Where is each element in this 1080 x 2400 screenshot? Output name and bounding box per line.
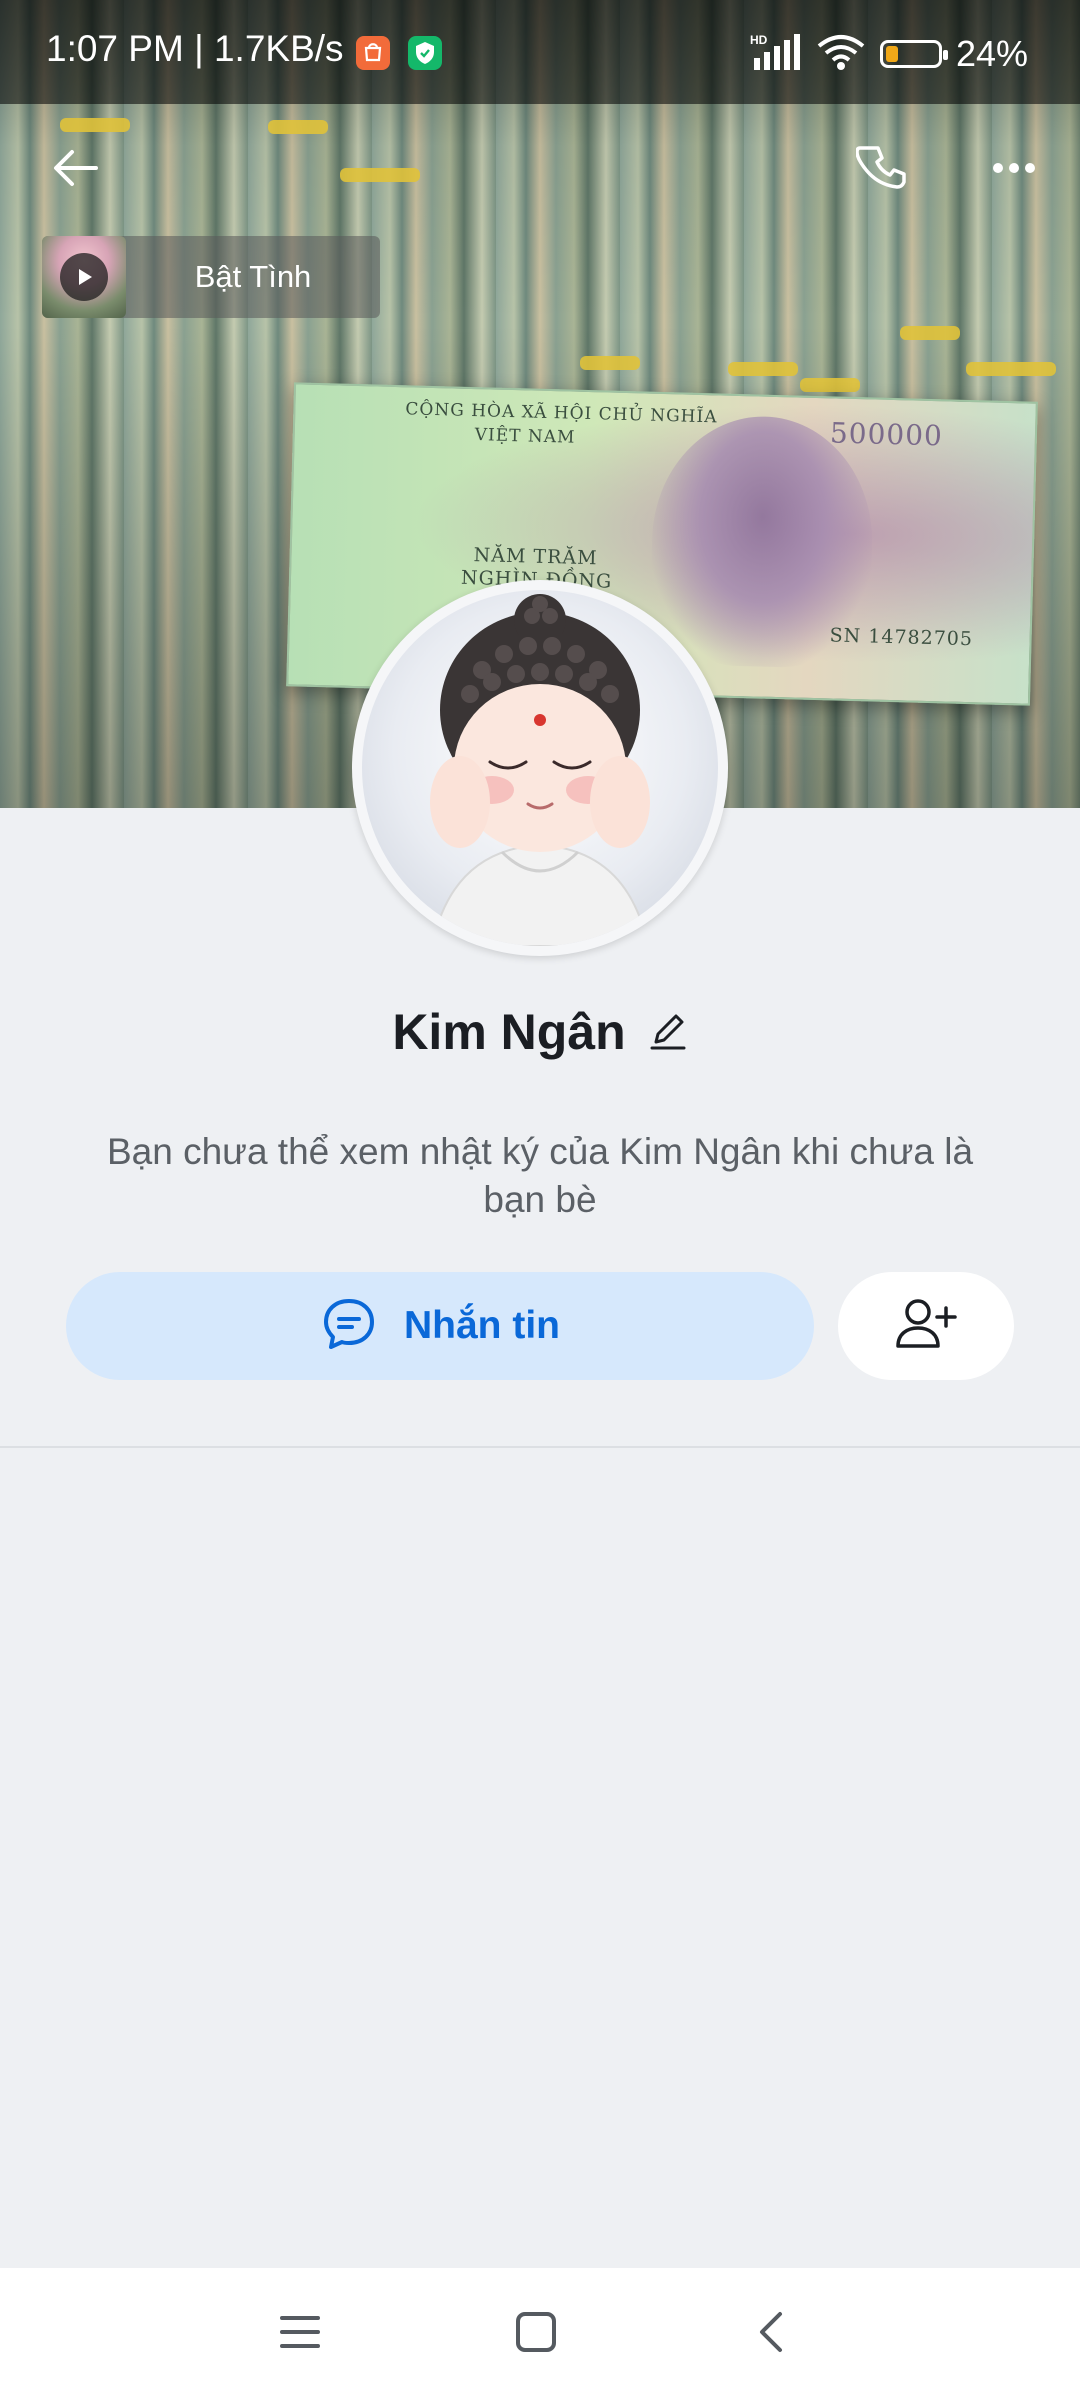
battery-percent: 24%: [955, 33, 1028, 74]
battery-level-fill: [885, 46, 898, 62]
cover-decoration: [728, 362, 798, 376]
banknote-serial: SN 14782705: [829, 624, 974, 651]
profile-music-player[interactable]: Bật Tình: [42, 236, 380, 318]
banknote-denomination: 500000: [829, 416, 944, 453]
menu-icon: [278, 2310, 322, 2359]
back-button[interactable]: [36, 130, 116, 210]
profile-name-row: Kim Ngân: [0, 992, 1080, 1072]
message-button-label: Nhắn tin: [404, 1304, 560, 1347]
system-back-button[interactable]: [732, 2294, 812, 2374]
chat-bubble-icon: [320, 1295, 378, 1358]
cover-decoration: [340, 168, 420, 182]
status-indicators: HD 24%: [750, 30, 1028, 78]
cover-decoration: [900, 326, 960, 340]
cover-decoration: [268, 120, 328, 134]
cover-decoration: [966, 362, 1056, 376]
banknote-text: NĂM TRĂM: [473, 544, 598, 570]
status-bar: 1:07 PM | 1.7KB/s HD 24%: [0, 0, 1080, 104]
music-thumbnail: [42, 236, 126, 318]
avatar-illustration: [430, 594, 650, 946]
battery-icon: [879, 40, 948, 68]
diary-privacy-note: Bạn chưa thể xem nhật ký của Kim Ngân kh…: [106, 1131, 974, 1220]
wifi-icon: [816, 32, 866, 77]
message-button[interactable]: Nhắn tin: [66, 1272, 814, 1380]
home-button[interactable]: [496, 2294, 576, 2374]
system-navigation-bar: [0, 2268, 1080, 2400]
cover-decoration: [800, 378, 860, 392]
shopping-app-icon: [356, 36, 390, 70]
status-time: 1:07 PM | 1.7KB/s: [46, 28, 344, 69]
recent-apps-button[interactable]: [260, 2294, 340, 2374]
profile-avatar[interactable]: [352, 580, 728, 956]
phone-icon: [855, 140, 912, 201]
arrow-left-icon: [48, 140, 104, 201]
banknote-text: VIỆT NAM: [474, 425, 576, 448]
more-options-button[interactable]: [974, 130, 1054, 210]
more-horizontal-icon: [986, 140, 1042, 201]
add-user-icon: [894, 1294, 958, 1359]
music-title: Bật Tình: [194, 259, 312, 294]
play-icon[interactable]: [60, 253, 108, 301]
section-divider: [0, 1446, 1080, 1448]
add-friend-button[interactable]: [838, 1272, 1014, 1380]
avatar-image: [362, 590, 718, 946]
security-app-icon: [408, 36, 442, 70]
network-label: HD: [750, 33, 768, 47]
chevron-left-icon: [750, 2310, 794, 2359]
pencil-icon[interactable]: [648, 1008, 688, 1057]
cover-decoration: [580, 356, 640, 370]
call-button[interactable]: [844, 130, 924, 210]
profile-name: Kim Ngân: [392, 1004, 626, 1060]
banknote-text: CỘNG HÒA XÃ HỘI CHỦ NGHĨA: [405, 399, 718, 428]
home-square-icon: [514, 2310, 558, 2359]
signal-icon: HD: [750, 32, 802, 77]
